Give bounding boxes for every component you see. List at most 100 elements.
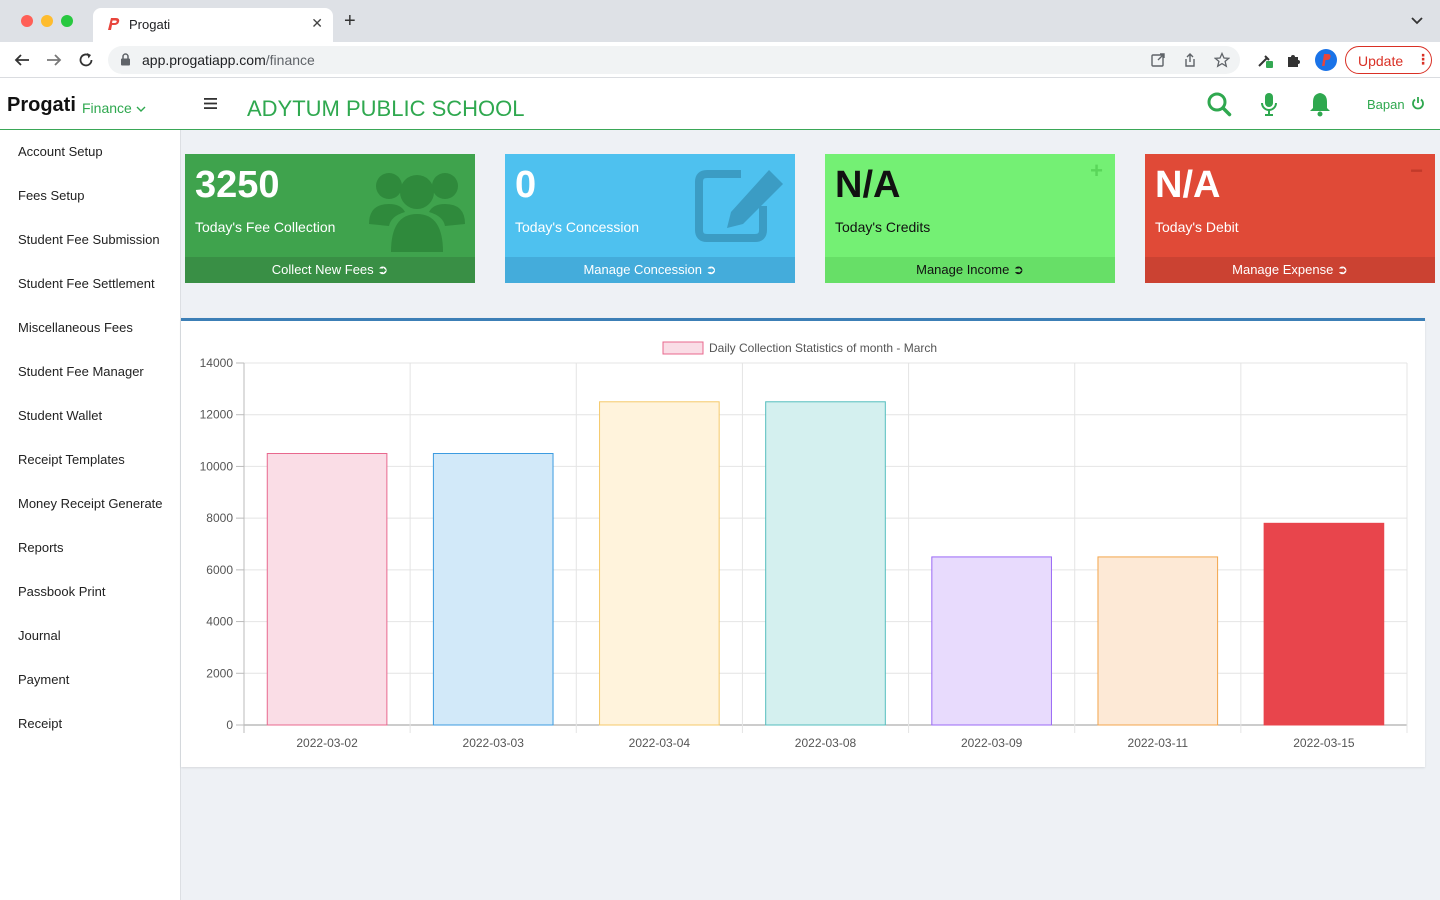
daily-collection-bar-chart: Daily Collection Statistics of month - M… [200, 341, 1408, 750]
y-tick-label: 8000 [206, 511, 233, 525]
y-tick-label: 2000 [206, 666, 233, 680]
arrow-circle-right-icon: ➲ [1336, 262, 1348, 277]
x-tick-label: 2022-03-08 [795, 736, 857, 750]
browser-toolbar: app.progatiapp.com/finance Update ⋮ [0, 42, 1440, 78]
update-button[interactable]: Update ⋮ [1345, 46, 1432, 74]
brand-logo[interactable]: Progati [7, 94, 76, 117]
x-tick-label: 2022-03-11 [1128, 736, 1189, 750]
search-icon[interactable] [1206, 91, 1232, 117]
fee-collection-label: Today's Fee Collection [195, 219, 336, 235]
microphone-icon[interactable] [1256, 91, 1282, 117]
legend-label: Daily Collection Statistics of month - M… [709, 341, 937, 355]
menu-toggle-icon[interactable] [204, 98, 217, 109]
chart-bar [765, 401, 886, 726]
maximize-window-button[interactable] [61, 15, 73, 27]
more-menu-icon[interactable]: ⋮ [1416, 51, 1430, 68]
bookmark-star-icon[interactable] [1214, 52, 1230, 68]
puzzle-extensions-icon[interactable] [1285, 51, 1303, 69]
y-tick-label: 12000 [200, 408, 234, 422]
sidebar: Account Setup Fees Setup Student Fee Sub… [0, 130, 181, 900]
collection-chart-panel: Daily Collection Statistics of month - M… [181, 318, 1425, 767]
profile-avatar[interactable] [1315, 49, 1337, 71]
minus-icon: − [1410, 158, 1423, 183]
user-name[interactable]: Bapan [1367, 97, 1405, 112]
share-icon[interactable] [1182, 52, 1198, 68]
plus-icon: + [1090, 158, 1103, 183]
chart-bar [931, 556, 1052, 726]
bell-icon[interactable] [1307, 91, 1333, 117]
sidebar-item-reports[interactable]: Reports [18, 540, 64, 555]
concession-card: 0 Today's Concession Manage Concession ➲ [505, 154, 795, 283]
chart-bar [432, 453, 554, 726]
sidebar-item-account-setup[interactable]: Account Setup [18, 144, 103, 159]
x-tick-label: 2022-03-09 [961, 736, 1023, 750]
x-tick-label: 2022-03-03 [463, 736, 525, 750]
sidebar-item-student-wallet[interactable]: Student Wallet [18, 408, 102, 423]
module-dropdown[interactable]: Finance [82, 100, 146, 116]
sidebar-item-miscellaneous-fees[interactable]: Miscellaneous Fees [18, 320, 133, 335]
fee-collection-card: 3250 Today's Fee Collection Collect New … [185, 154, 475, 283]
sidebar-item-receipt-templates[interactable]: Receipt Templates [18, 452, 125, 467]
open-in-app-icon[interactable] [1150, 52, 1166, 68]
browser-tab[interactable]: Progati ✕ [93, 8, 333, 42]
power-logout-icon[interactable] [1411, 96, 1425, 110]
reload-icon[interactable] [77, 51, 95, 69]
sidebar-item-journal[interactable]: Journal [18, 628, 61, 643]
y-tick-label: 10000 [200, 459, 234, 473]
sidebar-item-receipt[interactable]: Receipt [18, 716, 62, 731]
sidebar-item-money-receipt-generate[interactable]: Money Receipt Generate [18, 496, 163, 511]
credits-label: Today's Credits [835, 219, 931, 235]
x-tick-label: 2022-03-02 [296, 736, 358, 750]
arrow-circle-right-icon: ➲ [377, 262, 389, 277]
manage-expense-link[interactable]: Manage Expense ➲ [1145, 257, 1435, 283]
x-tick-label: 2022-03-04 [629, 736, 691, 750]
sidebar-item-payment[interactable]: Payment [18, 672, 69, 687]
manage-concession-link[interactable]: Manage Concession ➲ [505, 257, 795, 283]
close-window-button[interactable] [21, 15, 33, 27]
url-text: app.progatiapp.com/finance [142, 52, 315, 68]
close-tab-icon[interactable]: ✕ [311, 15, 323, 32]
tab-title: Progati [129, 17, 171, 32]
new-tab-icon[interactable]: + [344, 11, 356, 31]
debit-label: Today's Debit [1155, 219, 1239, 235]
profile-logo-icon [1322, 54, 1331, 66]
manage-income-link[interactable]: Manage Income ➲ [825, 257, 1115, 283]
chevron-down-icon [136, 106, 146, 112]
forward-arrow-icon[interactable] [45, 51, 63, 69]
sidebar-item-student-fee-submission[interactable]: Student Fee Submission [18, 232, 160, 247]
sidebar-item-student-fee-manager[interactable]: Student Fee Manager [18, 364, 144, 379]
debit-value: N/A [1155, 164, 1221, 206]
y-tick-label: 4000 [206, 615, 233, 629]
y-tick-label: 0 [226, 718, 233, 732]
minimize-window-button[interactable] [41, 15, 53, 27]
chart-bar [1097, 556, 1219, 726]
collect-new-fees-link[interactable]: Collect New Fees ➲ [185, 257, 475, 283]
lock-icon [121, 53, 130, 66]
x-tick-label: 2022-03-15 [1293, 736, 1355, 750]
address-bar[interactable]: app.progatiapp.com/finance [108, 46, 1240, 74]
back-arrow-icon[interactable] [13, 51, 31, 69]
y-tick-label: 14000 [200, 356, 234, 370]
school-name: ADYTUM PUBLIC SCHOOL [247, 96, 525, 121]
sidebar-item-student-fee-settlement[interactable]: Student Fee Settlement [18, 276, 155, 291]
arrow-circle-right-icon: ➲ [1012, 262, 1024, 277]
fee-collection-value: 3250 [195, 164, 280, 206]
browser-tabbar: Progati ✕ + [0, 0, 1440, 42]
chart-bar [599, 401, 720, 726]
eyedropper-extension-icon[interactable] [1256, 51, 1274, 69]
credits-value: N/A [835, 164, 901, 206]
sidebar-item-passbook-print[interactable]: Passbook Print [18, 584, 105, 599]
sidebar-item-fees-setup[interactable]: Fees Setup [18, 188, 85, 203]
debit-card: − N/A Today's Debit Manage Expense ➲ [1145, 154, 1435, 283]
chevron-down-icon[interactable] [1410, 13, 1424, 27]
users-group-icon [369, 173, 465, 252]
legend-swatch [662, 341, 704, 355]
credits-card: + N/A Today's Credits Manage Income ➲ [825, 154, 1115, 283]
app-header: Progati Finance ADYTUM PUBLIC SCHOOL Bap… [0, 78, 1440, 130]
progati-favicon-icon [108, 18, 120, 30]
chart-bar [1263, 522, 1385, 726]
concession-label: Today's Concession [515, 219, 640, 235]
edit-pencil-icon [695, 170, 783, 242]
arrow-circle-right-icon: ➲ [705, 262, 717, 277]
y-tick-label: 6000 [206, 563, 233, 577]
